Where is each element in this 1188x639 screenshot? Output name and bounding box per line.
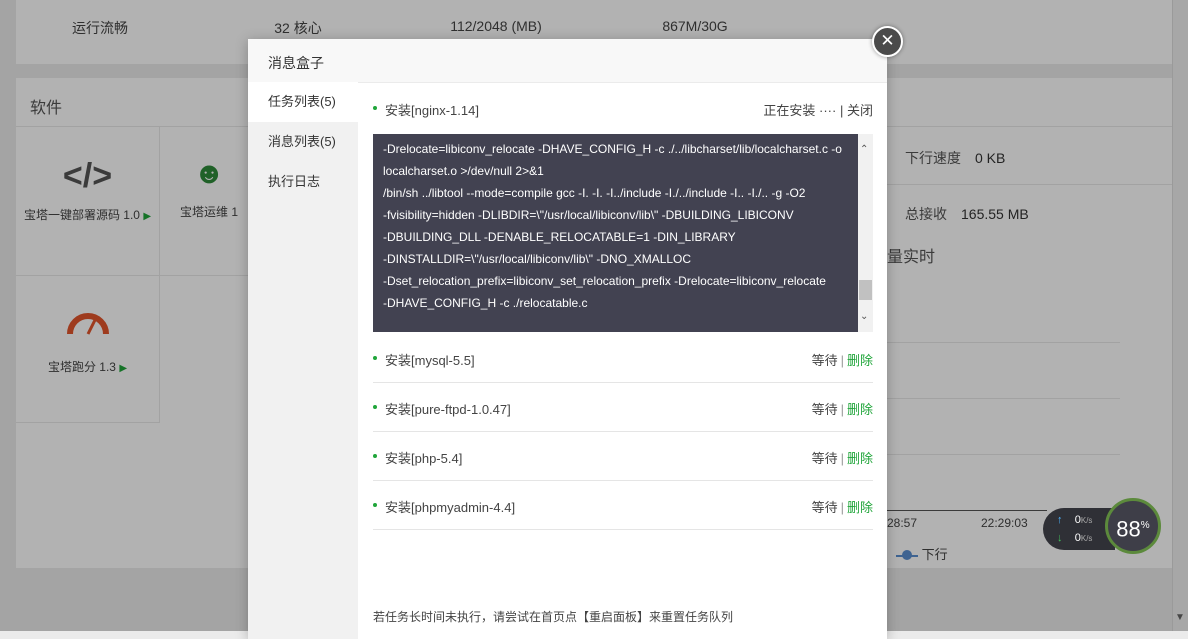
separator: | xyxy=(840,402,844,417)
log-line: -fvisibility=hidden -DLIBDIR=\"/usr/loca… xyxy=(383,208,794,222)
log-line: -DHAVE_CONFIG_H -c ./relocatable.c xyxy=(383,296,588,310)
tab-message-list[interactable]: 消息列表(5) xyxy=(248,122,358,162)
separator: | xyxy=(840,500,844,515)
status-dot-icon xyxy=(373,405,377,409)
task-name: 安装[nginx-1.14] xyxy=(385,103,479,118)
task-actions: 等待 | 删除 xyxy=(812,350,873,369)
task-actions: 等待 | 删除 xyxy=(812,448,873,467)
tab-execution-log[interactable]: 执行日志 xyxy=(248,162,358,202)
task-name: 安装[mysql-5.5] xyxy=(385,353,475,368)
task-actions: 正在安装 ···· | 关闭 xyxy=(763,100,873,119)
status-dot-icon xyxy=(373,106,377,110)
task-row: 安装[mysql-5.5] 等待 | 删除 xyxy=(373,334,873,383)
task-status: 等待 xyxy=(811,500,838,515)
task-actions: 等待 | 删除 xyxy=(812,497,873,516)
status-dot-icon xyxy=(373,356,377,360)
modal-sidebar: 任务列表(5) 消息列表(5) 执行日志 xyxy=(248,82,358,639)
task-row-current: 安装[nginx-1.14] 正在安装 ···· | 关闭 xyxy=(373,82,873,134)
queued-tasks: 安装[mysql-5.5] 等待 | 删除 安装[pure-ftpd-1.0.47] 等待… xyxy=(373,334,873,530)
task-row: 安装[php-5.4] 等待 | 删除 xyxy=(373,432,873,481)
separator: | xyxy=(839,103,844,118)
modal-title: 消息盒子 xyxy=(268,55,324,71)
upload-speed: ↑ 0K/s xyxy=(1057,514,1093,526)
status-dot-icon xyxy=(373,503,377,507)
task-row: 安装[pure-ftpd-1.0.47] 等待 | 删除 xyxy=(373,383,873,432)
delete-task-link[interactable]: 删除 xyxy=(847,500,873,515)
task-status: 等待 xyxy=(811,402,838,417)
separator: | xyxy=(840,353,844,368)
status-dot-icon xyxy=(373,454,377,458)
log-line: -Dset_relocation_prefix=libiconv_set_rel… xyxy=(383,274,826,288)
delete-task-link[interactable]: 删除 xyxy=(847,402,873,417)
log-line: localcharset.o >/dev/null 2>&1 xyxy=(383,164,544,178)
download-speed: ↓ 0K/s xyxy=(1057,532,1093,544)
delete-task-link[interactable]: 删除 xyxy=(847,451,873,466)
close-icon[interactable]: ✕ xyxy=(872,26,903,57)
task-actions: 等待 | 删除 xyxy=(812,399,873,418)
task-list: 安装[nginx-1.14] 正在安装 ···· | 关闭 -Drelocate… xyxy=(373,82,873,639)
log-scrollbar[interactable]: ⌃ ⌄ xyxy=(858,134,873,332)
modal-header: 消息盒子 xyxy=(248,39,887,83)
log-line: /bin/sh ../libtool --mode=compile gcc -I… xyxy=(383,186,806,200)
log-lines: -Drelocate=libiconv_relocate -DHAVE_CONF… xyxy=(383,138,848,314)
install-log: -Drelocate=libiconv_relocate -DHAVE_CONF… xyxy=(373,134,873,332)
usage-gauge[interactable]: 88% xyxy=(1105,498,1161,554)
log-line: -Drelocate=libiconv_relocate -DHAVE_CONF… xyxy=(383,142,842,156)
task-status: 等待 xyxy=(811,451,838,466)
log-line: -DBUILDING_DLL -DENABLE_RELOCATABLE=1 -D… xyxy=(383,230,736,244)
task-row: 安装[phpmyadmin-4.4] 等待 | 删除 xyxy=(373,481,873,530)
scroll-thumb[interactable] xyxy=(859,280,872,300)
task-name: 安装[php-5.4] xyxy=(385,451,463,466)
delete-task-link[interactable]: 删除 xyxy=(847,353,873,368)
task-status: 等待 xyxy=(811,353,838,368)
chevron-down-icon[interactable]: ⌄ xyxy=(860,311,868,322)
tab-task-list[interactable]: 任务列表(5) xyxy=(248,82,358,122)
task-name: 安装[phpmyadmin-4.4] xyxy=(385,500,516,515)
message-box-modal: 消息盒子 任务列表(5) 消息列表(5) 执行日志 安装[nginx-1.14]… xyxy=(248,39,887,639)
task-name: 安装[pure-ftpd-1.0.47] xyxy=(385,402,511,417)
chevron-up-icon[interactable]: ⌃ xyxy=(860,144,868,155)
separator: | xyxy=(840,451,844,466)
footer-tip: 若任务长时间未执行，请尝试在首页点【重启面板】来重置任务队列 xyxy=(373,610,734,624)
log-line: -DINSTALLDIR=\"/usr/local/libiconv/lib\"… xyxy=(383,252,692,266)
close-task-link[interactable]: 关闭 xyxy=(847,103,873,118)
task-status: 正在安装 ···· xyxy=(763,103,837,118)
